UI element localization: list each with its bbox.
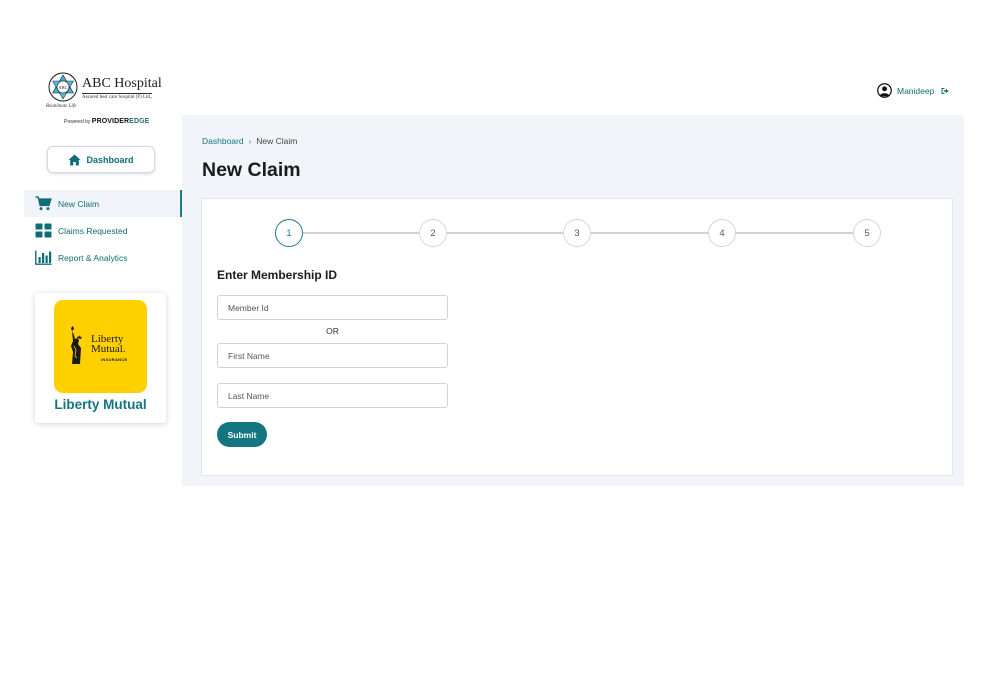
sidebar-item-label: Report & Analytics (58, 252, 128, 263)
star-of-david-icon: ABC (48, 72, 78, 102)
cart-icon (35, 196, 52, 211)
insurer-name: Liberty Mutual (54, 397, 147, 412)
breadcrumb-dashboard-link[interactable]: Dashboard (202, 136, 244, 146)
powered-by: Powered by PROVIDEREDGE (64, 118, 149, 125)
claim-form-card: 1 2 3 4 5 Enter Membership ID OR Submit (201, 198, 953, 476)
breadcrumb-separator: › (248, 136, 252, 146)
dashboard-label: Dashboard (86, 154, 134, 165)
hospital-tagline: Reanimate Life (46, 104, 77, 109)
form-title: Enter Membership ID (217, 268, 338, 282)
sidebar-nav: New Claim Claims Requested Report & Anal… (24, 190, 182, 271)
or-divider: OR (326, 326, 339, 336)
step-1[interactable]: 1 (275, 219, 303, 247)
provider-edge-logo: PROVIDEREDGE (91, 118, 150, 125)
step-3[interactable]: 3 (563, 219, 591, 247)
first-name-input[interactable] (217, 343, 448, 368)
member-id-input[interactable] (217, 295, 448, 320)
svg-text:ABC: ABC (58, 85, 67, 90)
statue-of-liberty-icon (71, 326, 82, 364)
dashboard-button[interactable]: Dashboard (47, 146, 155, 173)
home-icon (68, 154, 81, 165)
sidebar-item-new-claim[interactable]: New Claim (24, 190, 182, 217)
step-2[interactable]: 2 (419, 219, 447, 247)
stepper: 1 2 3 4 5 (275, 219, 881, 247)
logout-icon[interactable] (941, 87, 949, 95)
main-content: Dashboard › New Claim New Claim 1 2 3 4 … (182, 115, 964, 486)
step-connector (447, 232, 563, 234)
submit-button[interactable]: Submit (217, 422, 267, 447)
hospital-subtitle: Assured best care hospital (P) Ltd., (82, 93, 153, 100)
liberty-mutual-logo: Liberty Mutual. INSURANCE (54, 300, 147, 393)
step-5[interactable]: 5 (853, 219, 881, 247)
insurer-card: Liberty Mutual. INSURANCE Liberty Mutual (35, 293, 166, 423)
step-4[interactable]: 4 (708, 219, 736, 247)
hospital-logo: ABC ABC Hospital Assured best care hospi… (46, 72, 162, 112)
user-name: Manideep (897, 85, 935, 96)
step-connector (591, 232, 708, 234)
step-connector (736, 232, 853, 234)
liberty-mutual-wordmark: Liberty Mutual. (91, 333, 126, 355)
powered-by-label: Powered by (64, 119, 91, 125)
grid-icon (35, 223, 52, 238)
user-menu[interactable]: Manideep (877, 83, 949, 98)
liberty-mutual-insurance-text: INSURANCE (101, 357, 128, 362)
step-connector (303, 232, 419, 234)
breadcrumb-current: New Claim (256, 136, 298, 146)
page-title: New Claim (202, 159, 301, 181)
sidebar-item-claims-requested[interactable]: Claims Requested (24, 217, 182, 244)
hospital-name: ABC Hospital (82, 76, 162, 91)
last-name-input[interactable] (217, 383, 448, 408)
user-avatar-icon (877, 83, 892, 98)
sidebar-item-label: New Claim (58, 198, 100, 209)
bar-chart-icon (35, 250, 52, 265)
sidebar-item-label: Claims Requested (58, 225, 128, 236)
breadcrumb: Dashboard › New Claim (202, 136, 297, 146)
sidebar-item-report-analytics[interactable]: Report & Analytics (24, 244, 182, 271)
